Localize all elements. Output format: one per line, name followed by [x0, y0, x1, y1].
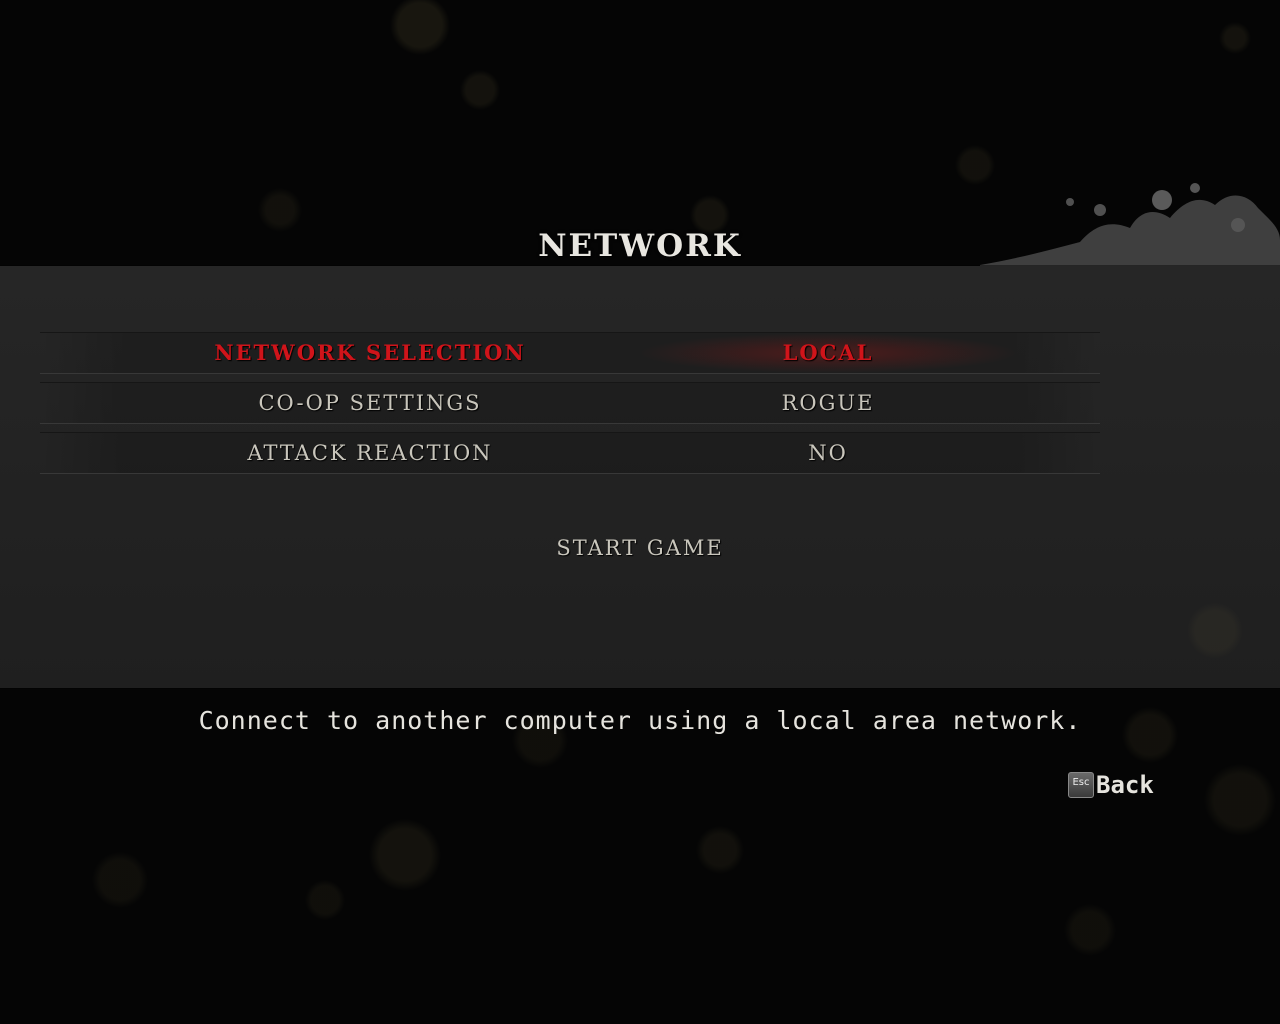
setting-label: ATTACK REACTION — [247, 441, 493, 465]
setting-row-network-selection[interactable]: NETWORK SELECTION LOCAL — [40, 332, 1100, 374]
back-label: Back — [1096, 771, 1154, 799]
screen-title: NETWORK — [538, 228, 742, 264]
back-button[interactable]: Esc Back — [1068, 770, 1154, 800]
setting-label: CO-OP SETTINGS — [258, 391, 482, 415]
setting-value[interactable]: ROGUE — [638, 383, 1018, 423]
setting-value[interactable]: LOCAL — [638, 333, 1018, 373]
settings-panel — [0, 266, 1280, 688]
esc-key-icon: Esc — [1068, 772, 1094, 798]
start-game-button[interactable]: START GAME — [0, 536, 1280, 560]
setting-value[interactable]: NO — [638, 433, 1018, 473]
setting-label: NETWORK SELECTION — [214, 340, 526, 365]
setting-row-co-op-settings[interactable]: CO-OP SETTINGS ROGUE — [40, 382, 1100, 424]
setting-row-attack-reaction[interactable]: ATTACK REACTION NO — [40, 432, 1100, 474]
option-description: Connect to another computer using a loca… — [198, 706, 1082, 735]
